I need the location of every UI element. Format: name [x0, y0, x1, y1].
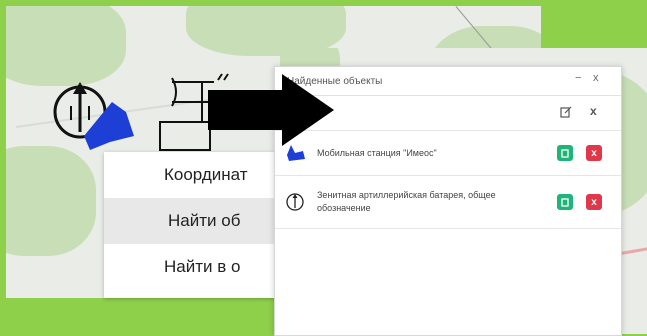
map-unit-symbol[interactable]	[40, 70, 150, 160]
context-menu-item-coordinates[interactable]: Координат	[104, 152, 294, 198]
arrow-right-icon	[208, 74, 334, 146]
anti-aircraft-battery-icon	[286, 193, 304, 211]
delete-button[interactable]: x	[586, 194, 602, 210]
edit-button[interactable]	[557, 194, 573, 210]
mobile-station-icon	[287, 145, 305, 161]
edit-icon	[560, 197, 569, 207]
close-button[interactable]: x	[593, 72, 599, 84]
edit-icon[interactable]	[560, 106, 572, 118]
edit-button[interactable]	[557, 145, 573, 161]
close-all-icon[interactable]: x	[590, 104, 597, 118]
row-label: Зенитная артиллерийская батарея, общее о…	[317, 190, 496, 213]
forest-area	[6, 146, 96, 256]
edit-icon	[560, 148, 569, 158]
row-label: Мобильная станция "Имеос"	[317, 147, 437, 158]
minimize-button[interactable]: −	[575, 72, 581, 84]
table-row[interactable]: Зенитная артиллерийская батарея, общее о…	[275, 176, 621, 229]
context-menu: Координат Найти об Найти в о	[104, 152, 294, 298]
context-menu-item-find-object[interactable]: Найти об	[104, 198, 294, 244]
context-menu-item-find-in[interactable]: Найти в о	[104, 244, 294, 290]
delete-button[interactable]: x	[586, 145, 602, 161]
